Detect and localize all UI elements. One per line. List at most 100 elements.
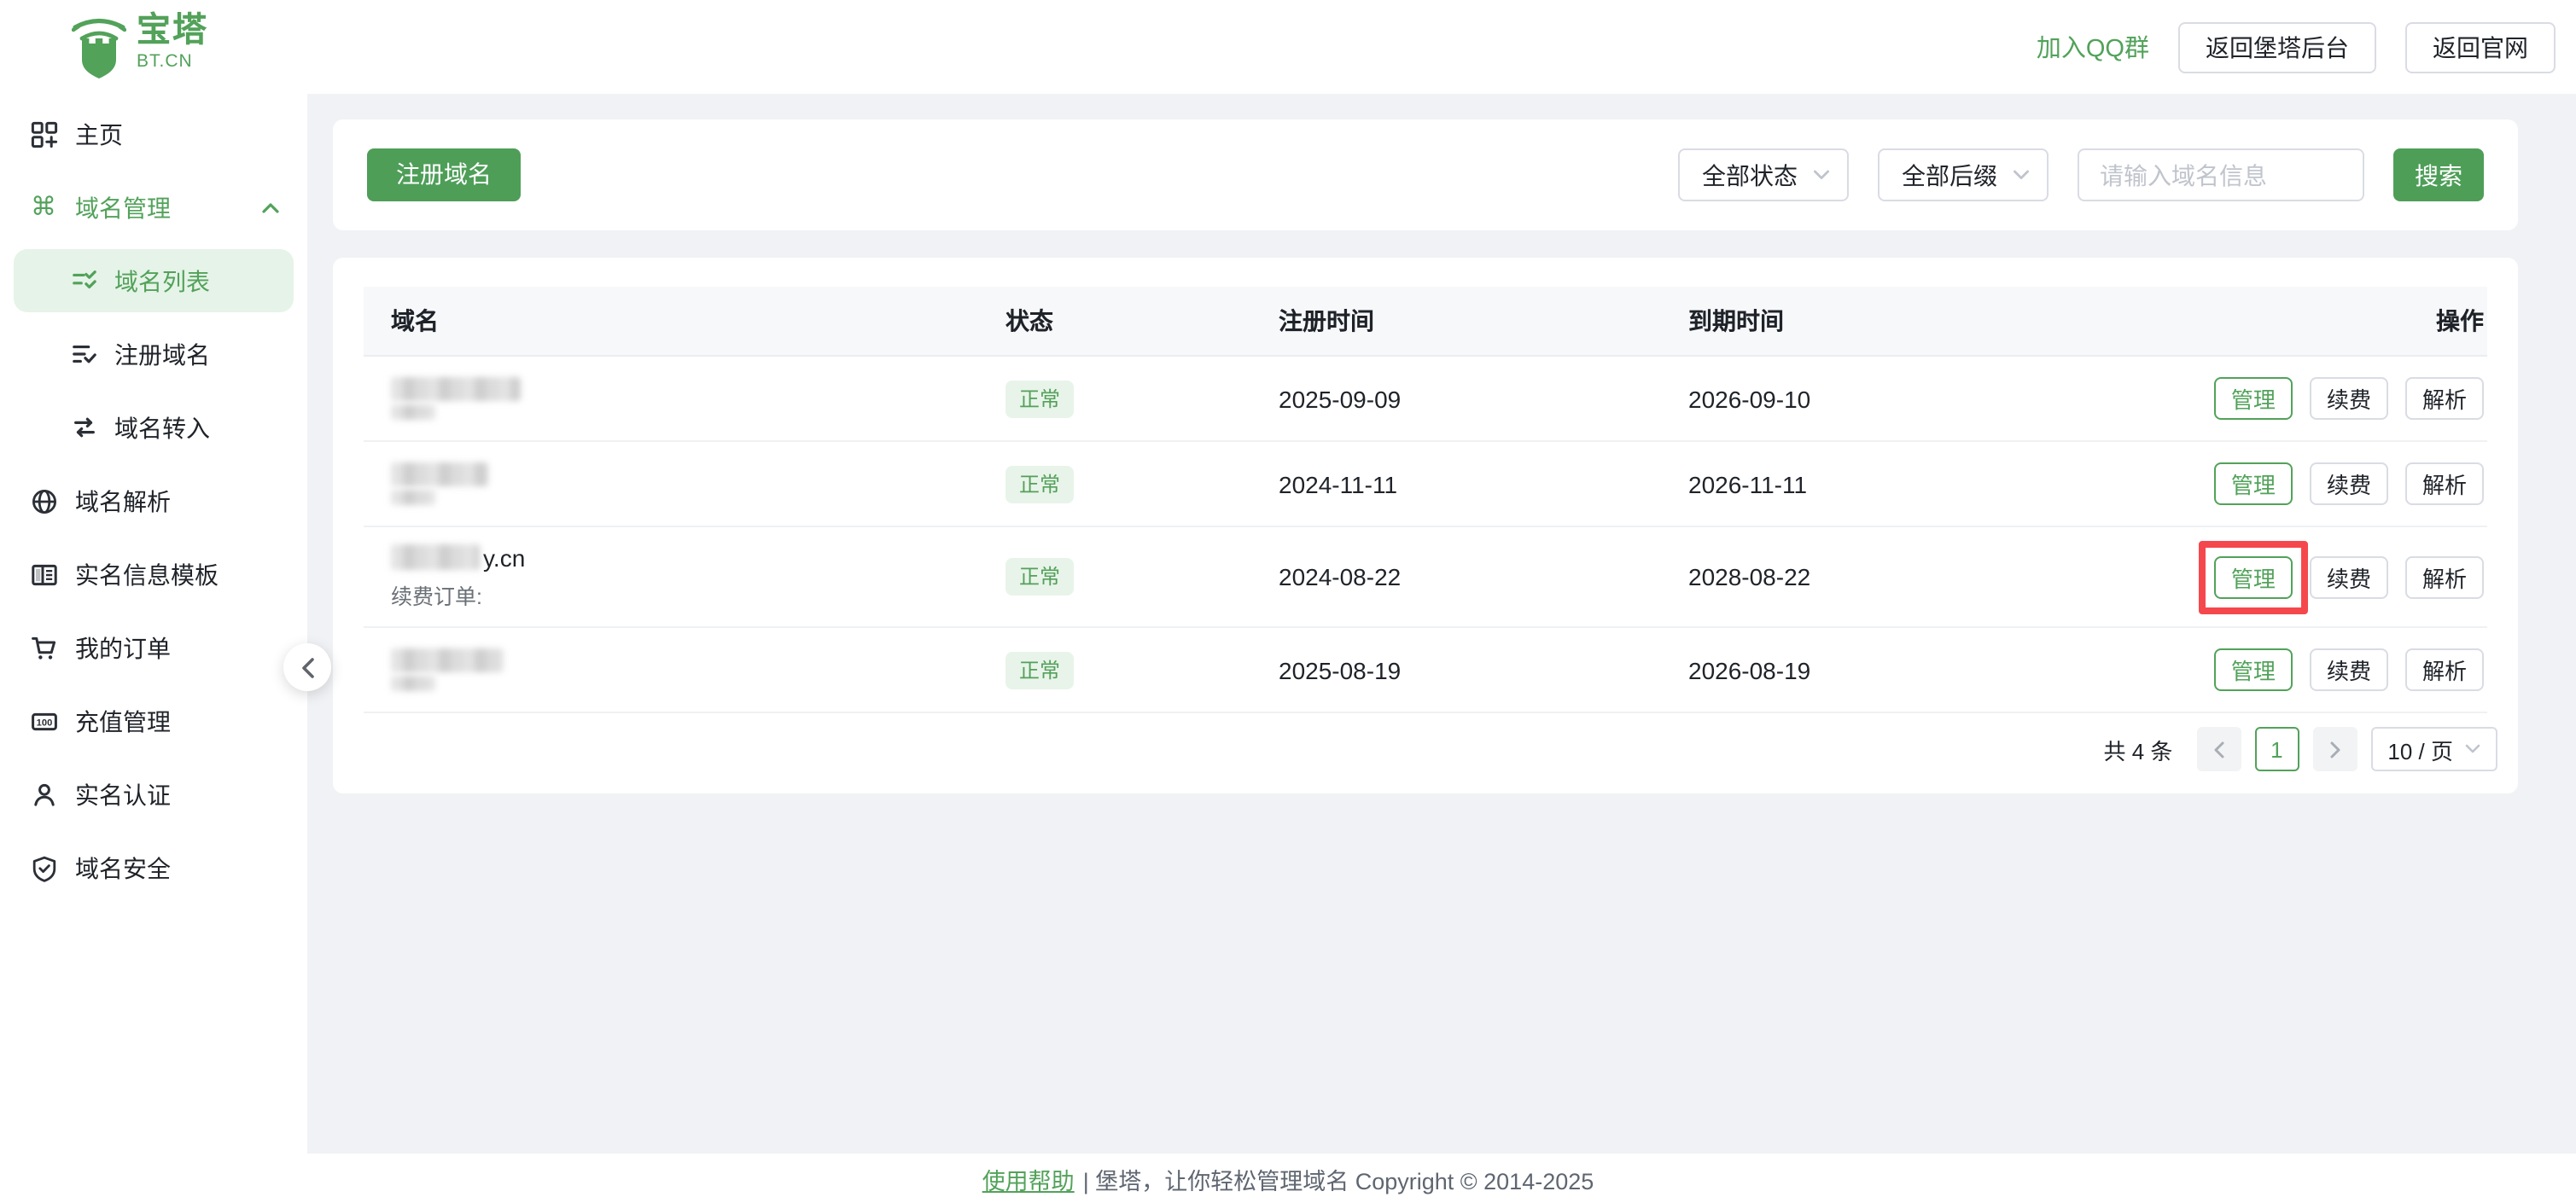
sidebar-item-register-domain[interactable]: 注册域名 (14, 317, 294, 391)
manage-button-highlighted[interactable]: 管理 (2214, 555, 2293, 598)
dashboard-icon (31, 120, 58, 148)
template-icon (31, 561, 58, 588)
renew-button[interactable]: 续费 (2310, 555, 2388, 598)
sidebar-item-label: 注册域名 (114, 337, 210, 371)
registered-date: 2024-08-22 (1251, 563, 1661, 590)
resolve-button[interactable]: 解析 (2405, 648, 2484, 691)
sidebar-item-realname-auth[interactable]: 实名认证 (0, 758, 307, 831)
chevron-left-icon (300, 656, 315, 678)
expires-date: 2026-09-10 (1661, 385, 2173, 412)
sidebar: 宝塔 BT.CN 主页 ⌘ 域名管理 (0, 0, 307, 1203)
chevron-right-icon (2328, 740, 2341, 758)
sidebar-item-domain-security[interactable]: 域名安全 (0, 831, 307, 904)
topbar: 加入QQ群 返回堡塔后台 返回官网 (307, 0, 2576, 94)
renew-button[interactable]: 续费 (2310, 462, 2388, 505)
register-domain-button[interactable]: 注册域名 (367, 148, 521, 201)
total-count: 共 4 条 (2103, 733, 2172, 765)
sidebar-item-label: 我的订单 (75, 631, 171, 665)
domain-table: 域名 状态 注册时间 到期时间 操作 正常 2025-09-09 2026-09… (364, 287, 2487, 713)
status-badge: 正常 (1005, 380, 1074, 417)
brand-name: 宝塔 (137, 14, 208, 48)
back-to-panel-button[interactable]: 返回堡塔后台 (2178, 21, 2376, 73)
back-to-site-button[interactable]: 返回官网 (2405, 21, 2556, 73)
status-badge: 正常 (1005, 651, 1074, 689)
col-header-registered: 注册时间 (1251, 304, 1661, 338)
prev-page-button[interactable] (2196, 727, 2241, 771)
sidebar-item-label: 域名解析 (75, 484, 171, 518)
chevron-left-icon (2212, 740, 2225, 758)
table-row: 正常 2025-08-19 2026-08-19 管理 续费 解析 (364, 628, 2487, 713)
registered-date: 2024-11-11 (1251, 470, 1661, 497)
redacted-domain (391, 648, 978, 691)
table-row: 正常 2024-11-11 2026-11-11 管理 续费 解析 (364, 442, 2487, 527)
cart-icon (31, 634, 58, 661)
globe-icon (31, 487, 58, 514)
sidebar-item-recharge[interactable]: 100 充值管理 (0, 684, 307, 758)
command-icon: ⌘ (31, 194, 58, 221)
filter-toolbar: 注册域名 全部状态 全部后缀 搜索 (333, 119, 2518, 230)
suffix-filter-select[interactable]: 全部后缀 (1878, 148, 2049, 201)
col-header-expires: 到期时间 (1661, 304, 2173, 338)
sidebar-item-domain-resolution[interactable]: 域名解析 (0, 464, 307, 538)
table-header-row: 域名 状态 注册时间 到期时间 操作 (364, 287, 2487, 357)
manage-button[interactable]: 管理 (2214, 462, 2293, 505)
sidebar-collapse-button[interactable] (283, 643, 331, 691)
resolve-button[interactable]: 解析 (2405, 377, 2484, 420)
col-header-status: 状态 (978, 304, 1251, 338)
brand-subtitle: BT.CN (137, 53, 208, 71)
renew-order-note: 续费订单: (391, 578, 978, 610)
svg-text:100: 100 (37, 718, 53, 728)
copyright-text: | 堡塔，让你轻松管理域名 Copyright © 2014-2025 (1083, 1161, 1594, 1195)
search-button[interactable]: 搜索 (2393, 148, 2484, 201)
expires-date: 2026-11-11 (1661, 470, 2173, 497)
status-filter-select[interactable]: 全部状态 (1678, 148, 1849, 201)
sidebar-item-label: 实名认证 (75, 777, 171, 811)
chevron-up-icon (261, 200, 280, 214)
sidebar-item-my-orders[interactable]: 我的订单 (0, 611, 307, 684)
person-icon (31, 781, 58, 808)
sidebar-nav: 主页 ⌘ 域名管理 域名列表 (0, 97, 307, 904)
sidebar-item-home[interactable]: 主页 (0, 97, 307, 171)
next-page-button[interactable] (2312, 727, 2357, 771)
highlight-red-box: 管理 (2214, 555, 2293, 598)
redacted-domain (391, 377, 978, 420)
transfer-icon (72, 415, 97, 440)
sidebar-item-domain-list[interactable]: 域名列表 (14, 249, 294, 312)
help-link[interactable]: 使用帮助 (982, 1161, 1075, 1195)
resolve-button[interactable]: 解析 (2405, 555, 2484, 598)
brand-logo[interactable]: 宝塔 BT.CN (72, 14, 208, 78)
domain-suffix: y.cn (483, 543, 525, 571)
sidebar-item-label: 域名转入 (114, 410, 210, 445)
sidebar-item-label: 域名管理 (75, 190, 171, 224)
sidebar-item-label: 主页 (75, 117, 123, 151)
join-qq-group-link[interactable]: 加入QQ群 (2037, 29, 2149, 65)
renew-button[interactable]: 续费 (2310, 648, 2388, 691)
registered-date: 2025-09-09 (1251, 385, 1661, 412)
sidebar-item-label: 域名列表 (114, 264, 210, 298)
status-badge: 正常 (1005, 558, 1074, 596)
shield-check-icon (31, 854, 58, 881)
chevron-down-icon (2465, 744, 2480, 754)
page-footer: 使用帮助 | 堡塔，让你轻松管理域名 Copyright © 2014-2025 (0, 1154, 2576, 1203)
renew-button[interactable]: 续费 (2310, 377, 2388, 420)
resolve-button[interactable]: 解析 (2405, 462, 2484, 505)
page-size-select[interactable]: 10 / 页 (2370, 727, 2497, 771)
domain-search-input[interactable] (2078, 148, 2364, 201)
expires-date: 2026-08-19 (1661, 656, 2173, 683)
sidebar-item-label: 实名信息模板 (75, 557, 219, 591)
banknote-icon: 100 (31, 707, 58, 735)
sidebar-item-label: 充值管理 (75, 704, 171, 738)
status-badge: 正常 (1005, 465, 1074, 503)
chevron-down-icon (1813, 169, 1830, 181)
redacted-domain: y.cn (391, 543, 978, 571)
list-check-icon (72, 268, 97, 293)
sidebar-item-label: 域名安全 (75, 851, 171, 885)
manage-button[interactable]: 管理 (2214, 648, 2293, 691)
page-number-1[interactable]: 1 (2254, 727, 2299, 771)
sidebar-item-domain-management[interactable]: ⌘ 域名管理 (0, 171, 307, 244)
sidebar-item-realname-template[interactable]: 实名信息模板 (0, 538, 307, 611)
sidebar-item-domain-transfer[interactable]: 域名转入 (14, 391, 294, 464)
chevron-down-icon (2013, 169, 2030, 181)
manage-button[interactable]: 管理 (2214, 377, 2293, 420)
table-row: 正常 2025-09-09 2026-09-10 管理 续费 解析 (364, 357, 2487, 442)
